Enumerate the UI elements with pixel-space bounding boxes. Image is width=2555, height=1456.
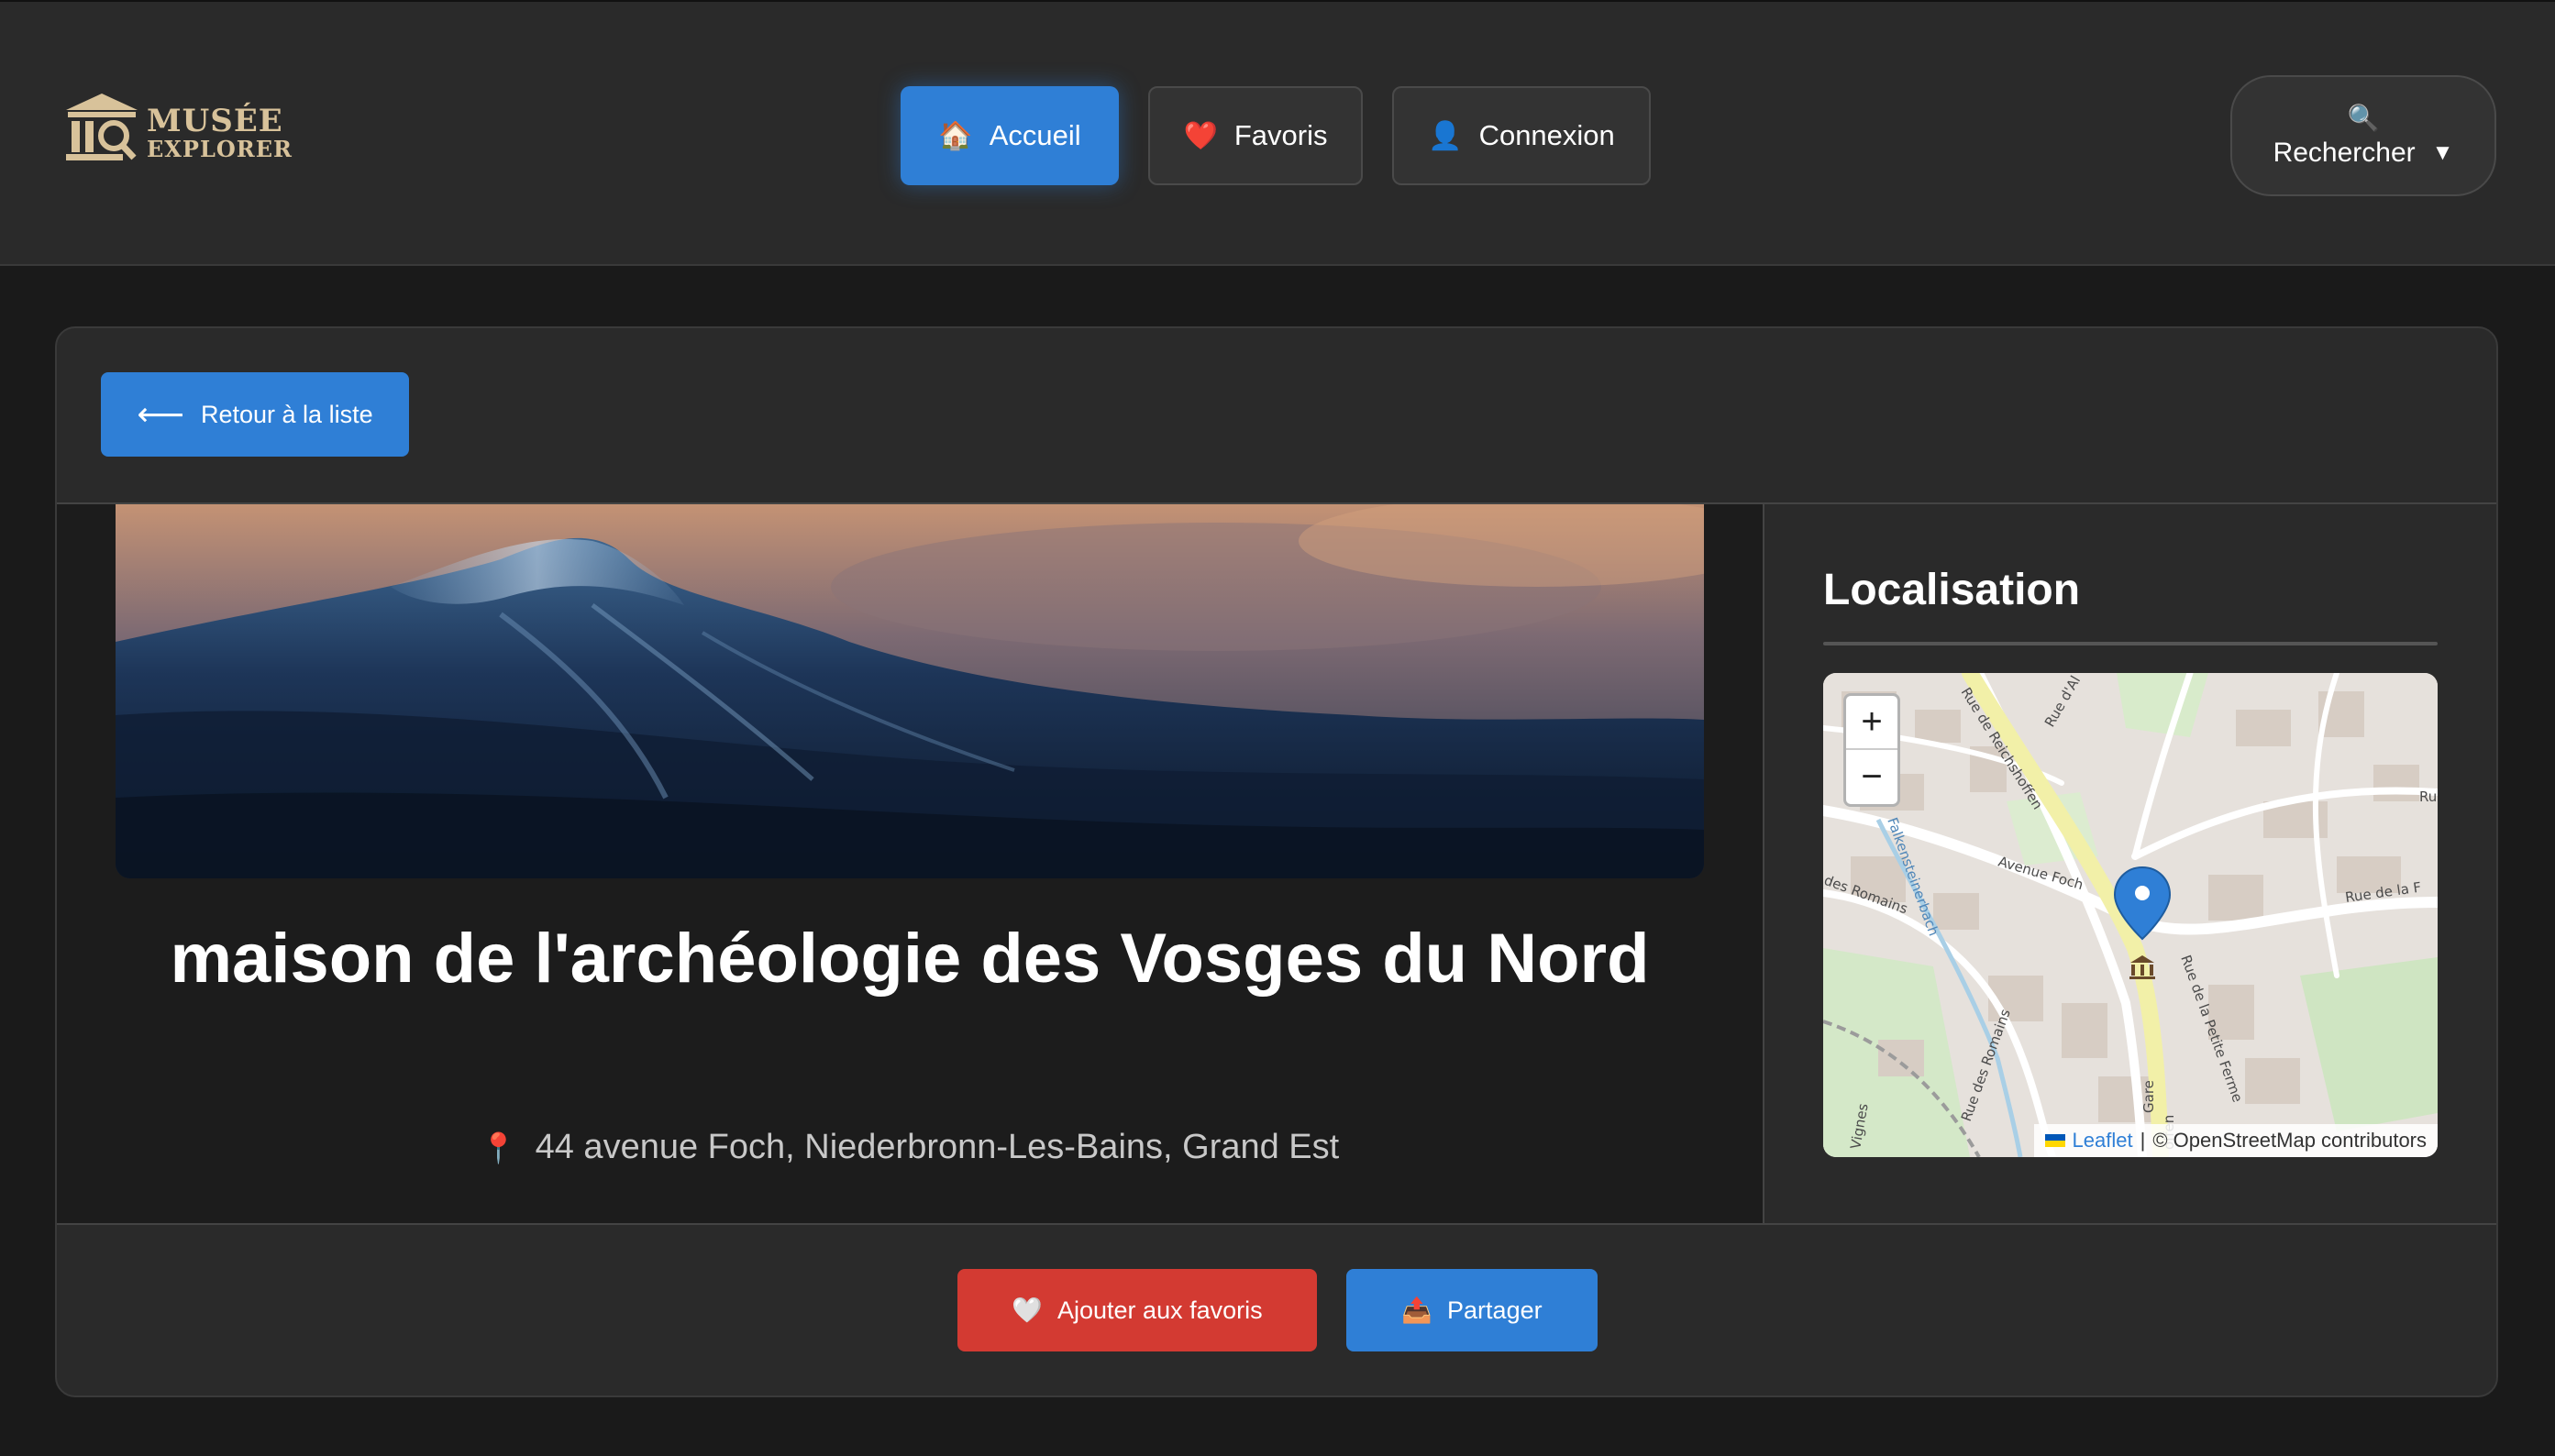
house-icon: 🏠 (938, 120, 973, 151)
address-text: 44 avenue Foch, Niederbronn-Les-Bains, G… (535, 1128, 1340, 1166)
museum-title: maison de l'archéologie des Vosges du No… (170, 920, 1650, 998)
heart-icon: 🤍 (1012, 1296, 1043, 1324)
site-logo[interactable]: MUSÉE EXPLORER (62, 90, 292, 167)
osm-attribution[interactable]: © OpenStreetMap contributors (2152, 1129, 2427, 1153)
location-title: Localisation (1823, 566, 2081, 614)
logo-line-2: EXPLORER (147, 136, 293, 162)
share-button[interactable]: 📤 Partager (1346, 1269, 1598, 1351)
nav-accueil-label: Accueil (989, 119, 1081, 151)
nav-connexion-label: Connexion (1478, 119, 1615, 151)
arrow-left-icon: ⟵ (137, 395, 184, 433)
search-dropdown-button[interactable]: 🔍 Rechercher ▼ (2230, 75, 2496, 196)
nav-connexion-button[interactable]: 👤 Connexion (1392, 86, 1651, 185)
logo-wordmark: MUSÉE EXPLORER (147, 105, 293, 161)
ukraine-flag-icon (2044, 1134, 2065, 1147)
logo-line-1: MUSÉE (147, 103, 283, 139)
nav-favoris-label: Favoris (1233, 119, 1328, 151)
leaflet-link[interactable]: Leaflet (2073, 1129, 2133, 1153)
divider (57, 1223, 2496, 1225)
wave-image (116, 504, 1704, 878)
nav-favoris-button[interactable]: ❤️ Favoris (1148, 86, 1363, 185)
museum-detail-card: ⟵ Retour à la liste maison de l'archéolo… (55, 326, 2498, 1397)
search-icon: 🔍 (2347, 104, 2380, 132)
share-icon: 📤 (1401, 1296, 1433, 1324)
user-icon: 👤 (1428, 120, 1463, 151)
street-label: Gare (2140, 1080, 2157, 1113)
heart-icon: ❤️ (1183, 120, 1218, 151)
back-to-list-button[interactable]: ⟵ Retour à la liste (101, 372, 409, 457)
back-to-list-label: Retour à la liste (201, 400, 373, 428)
map-pin-icon: 📍 (480, 1131, 517, 1164)
share-label: Partager (1447, 1296, 1543, 1324)
caret-down-icon: ▼ (2431, 140, 2454, 165)
top-navigation-bar: MUSÉE EXPLORER 🏠 Accueil ❤️ Favoris 👤 Co… (0, 0, 2555, 266)
map-attribution: Leaflet | © OpenStreetMap contributors (2033, 1124, 2438, 1157)
location-map[interactable]: Rue de Reichshoffen Avenue Foch Falkenst… (1823, 673, 2438, 1157)
location-title-underline (1823, 642, 2438, 645)
museum-address: 📍 44 avenue Foch, Niederbronn-Les-Bains,… (116, 1128, 1704, 1167)
museum-hero-image (116, 504, 1704, 878)
add-to-favorites-label: Ajouter aux favoris (1057, 1296, 1263, 1324)
attribution-separator: | (2140, 1129, 2146, 1152)
map-tiles[interactable]: Rue de Reichshoffen Avenue Foch Falkenst… (1823, 673, 2438, 1157)
map-zoom-control: + − (1843, 693, 1900, 807)
museum-main-info: maison de l'archéologie des Vosges du No… (57, 504, 1763, 1223)
add-to-favorites-button[interactable]: 🤍 Ajouter aux favoris (957, 1269, 1317, 1351)
location-panel: Localisation Rue de Reichshoffen Avenue … (1764, 504, 2496, 1223)
zoom-out-button[interactable]: − (1846, 750, 1897, 804)
search-label: Rechercher (2273, 138, 2416, 168)
museum-logo-icon (66, 94, 138, 160)
nav-accueil-button[interactable]: 🏠 Accueil (901, 86, 1119, 185)
street-label: Ru (2419, 789, 2437, 805)
zoom-in-button[interactable]: + (1846, 696, 1897, 750)
